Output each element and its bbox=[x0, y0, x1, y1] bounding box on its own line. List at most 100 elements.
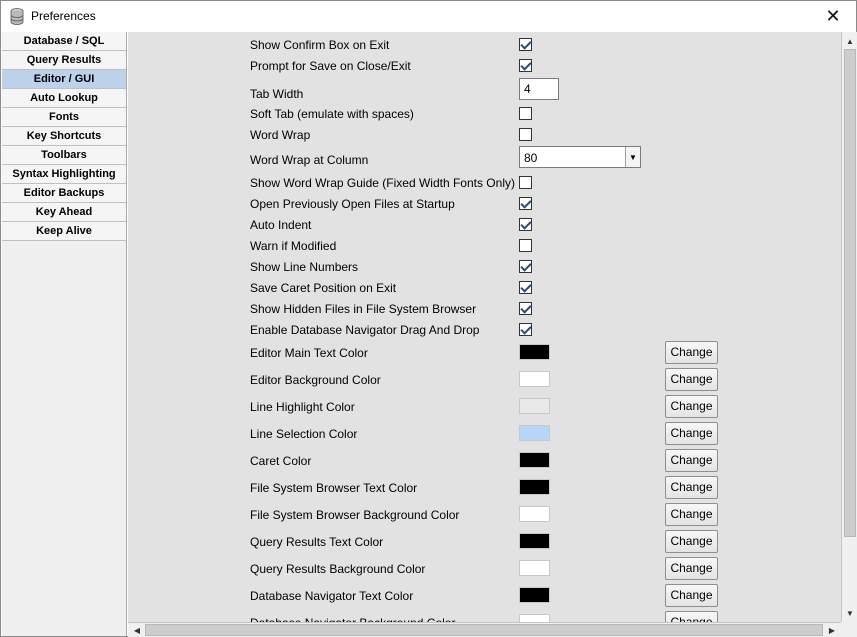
combo-value: 80 bbox=[524, 151, 538, 165]
setting-label: Warn if Modified bbox=[250, 239, 337, 253]
setting-label: Show Confirm Box on Exit bbox=[250, 38, 390, 52]
setting-label: Open Previously Open Files at Startup bbox=[250, 197, 455, 211]
sidebar-item-toolbars[interactable]: Toolbars bbox=[2, 146, 126, 165]
setting-label: Word Wrap bbox=[250, 128, 311, 142]
close-icon[interactable]: ✕ bbox=[810, 1, 856, 32]
setting-row: Auto Indent bbox=[128, 216, 841, 237]
sidebar-item-fonts[interactable]: Fonts bbox=[2, 108, 126, 127]
color-row: Editor Background Color Change bbox=[128, 368, 841, 393]
setting-row: Word Wrap bbox=[128, 126, 841, 147]
setting-checkbox[interactable] bbox=[519, 59, 532, 72]
color-row: Caret Color Change bbox=[128, 449, 841, 474]
setting-row: Word Wrap at Column 80 ▼ bbox=[128, 146, 841, 168]
setting-checkbox[interactable] bbox=[519, 176, 532, 189]
vertical-scrollbar[interactable]: ▲ ▼ bbox=[841, 32, 857, 622]
change-color-button[interactable]: Change bbox=[665, 341, 718, 364]
scroll-corner bbox=[841, 622, 857, 637]
color-swatch bbox=[519, 614, 550, 622]
color-label: Editor Background Color bbox=[250, 373, 381, 387]
title-bar: Preferences ✕ bbox=[1, 1, 856, 32]
color-row: Editor Main Text Color Change bbox=[128, 341, 841, 366]
setting-row: Show Line Numbers bbox=[128, 258, 841, 279]
change-color-button[interactable]: Change bbox=[665, 530, 718, 553]
setting-row: Save Caret Position on Exit bbox=[128, 279, 841, 300]
color-swatch bbox=[519, 452, 550, 468]
preferences-window: Preferences ✕ Database / SQL Query Result… bbox=[0, 0, 857, 637]
setting-label: Soft Tab (emulate with spaces) bbox=[250, 107, 414, 121]
setting-checkbox[interactable] bbox=[519, 38, 532, 51]
setting-label: Auto Indent bbox=[250, 218, 312, 232]
horizontal-scrollbar[interactable]: ◀ ▶ bbox=[128, 622, 841, 637]
setting-checkbox[interactable] bbox=[519, 260, 532, 273]
color-row: Query Results Background Color Change bbox=[128, 557, 841, 582]
change-color-button[interactable]: Change bbox=[665, 557, 718, 580]
setting-row: Open Previously Open Files at Startup bbox=[128, 195, 841, 216]
color-swatch bbox=[519, 344, 550, 360]
sidebar-item-editor-backups[interactable]: Editor Backups bbox=[2, 184, 126, 203]
change-color-button[interactable]: Change bbox=[665, 503, 718, 526]
setting-checkbox[interactable] bbox=[519, 197, 532, 210]
setting-label: Tab Width bbox=[250, 87, 304, 101]
color-swatch bbox=[519, 425, 550, 441]
setting-row: Show Word Wrap Guide (Fixed Width Fonts … bbox=[128, 174, 841, 195]
setting-checkbox[interactable] bbox=[519, 281, 532, 294]
setting-row: Show Hidden Files in File System Browser bbox=[128, 300, 841, 321]
color-label: Line Highlight Color bbox=[250, 400, 355, 414]
change-color-button[interactable]: Change bbox=[665, 611, 718, 622]
sidebar-item-editor-gui[interactable]: Editor / GUI bbox=[2, 70, 126, 89]
change-color-button[interactable]: Change bbox=[665, 422, 718, 445]
preferences-sidebar: Database / SQL Query Results Editor / GUI A… bbox=[2, 32, 127, 636]
setting-checkbox[interactable] bbox=[519, 302, 532, 315]
arrow-up-icon[interactable]: ▲ bbox=[842, 33, 857, 49]
tab-width-field[interactable]: 4 bbox=[519, 78, 559, 100]
word-wrap-column-combo[interactable]: 80 ▼ bbox=[519, 146, 641, 168]
color-swatch bbox=[519, 371, 550, 387]
chevron-down-icon[interactable]: ▼ bbox=[625, 147, 640, 167]
settings-panel: Show Confirm Box on Exit Prompt for Save … bbox=[128, 32, 841, 622]
change-color-button[interactable]: Change bbox=[665, 584, 718, 607]
sidebar-item-keep-alive[interactable]: Keep Alive bbox=[2, 222, 126, 241]
setting-checkbox[interactable] bbox=[519, 239, 532, 252]
color-row: File System Browser Text Color Change bbox=[128, 476, 841, 501]
change-color-button[interactable]: Change bbox=[665, 395, 718, 418]
color-swatch bbox=[519, 560, 550, 576]
setting-label: Prompt for Save on Close/Exit bbox=[250, 59, 411, 73]
color-swatch bbox=[519, 587, 550, 603]
color-label: File System Browser Text Color bbox=[250, 481, 418, 495]
color-label: Database Navigator Text Color bbox=[250, 589, 414, 603]
color-label: File System Browser Background Color bbox=[250, 508, 460, 522]
color-row: Line Selection Color Change bbox=[128, 422, 841, 447]
color-row: File System Browser Background Color Chan… bbox=[128, 503, 841, 528]
setting-label: Word Wrap at Column bbox=[250, 153, 369, 167]
setting-row: Show Confirm Box on Exit bbox=[128, 36, 841, 57]
setting-checkbox[interactable] bbox=[519, 107, 532, 120]
arrow-right-icon[interactable]: ▶ bbox=[824, 623, 840, 637]
sidebar-item-query-results[interactable]: Query Results bbox=[2, 51, 126, 70]
color-row: Query Results Text Color Change bbox=[128, 530, 841, 555]
setting-checkbox[interactable] bbox=[519, 323, 532, 336]
sidebar-item-syntax-highlighting[interactable]: Syntax Highlighting bbox=[2, 165, 126, 184]
sidebar-item-auto-lookup[interactable]: Auto Lookup bbox=[2, 89, 126, 108]
setting-row: Tab Width 4 bbox=[128, 78, 841, 101]
arrow-left-icon[interactable]: ◀ bbox=[129, 623, 145, 637]
setting-label: Enable Database Navigator Drag And Drop bbox=[250, 323, 480, 337]
sidebar-item-key-shortcuts[interactable]: Key Shortcuts bbox=[2, 127, 126, 146]
color-row: Line Highlight Color Change bbox=[128, 395, 841, 420]
arrow-down-icon[interactable]: ▼ bbox=[842, 605, 857, 621]
setting-row: Soft Tab (emulate with spaces) bbox=[128, 105, 841, 126]
sidebar-item-key-ahead[interactable]: Key Ahead bbox=[2, 203, 126, 222]
setting-label: Show Word Wrap Guide (Fixed Width Fonts … bbox=[250, 176, 515, 190]
sidebar-item-database-sql[interactable]: Database / SQL bbox=[2, 32, 126, 51]
change-color-button[interactable]: Change bbox=[665, 476, 718, 499]
color-swatch bbox=[519, 398, 550, 414]
setting-row: Prompt for Save on Close/Exit bbox=[128, 57, 841, 78]
change-color-button[interactable]: Change bbox=[665, 449, 718, 472]
setting-checkbox[interactable] bbox=[519, 128, 532, 141]
setting-checkbox[interactable] bbox=[519, 218, 532, 231]
color-label: Query Results Background Color bbox=[250, 562, 426, 576]
setting-row: Warn if Modified bbox=[128, 237, 841, 258]
vertical-scroll-thumb[interactable] bbox=[844, 49, 856, 537]
horizontal-scroll-thumb[interactable] bbox=[145, 624, 823, 636]
change-color-button[interactable]: Change bbox=[665, 368, 718, 391]
color-swatch bbox=[519, 506, 550, 522]
